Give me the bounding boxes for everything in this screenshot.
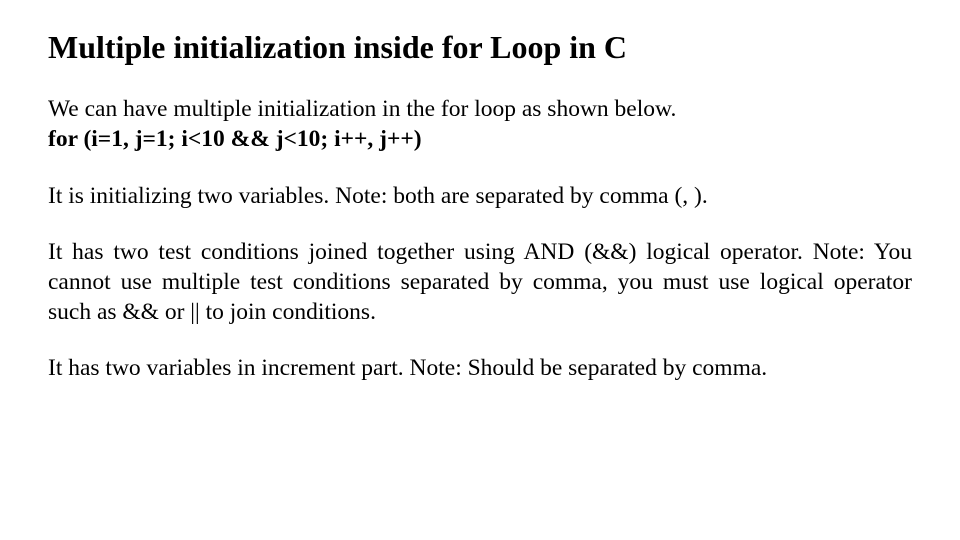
paragraph-conditions: It has two test conditions joined togeth…: [48, 237, 912, 327]
code-example: for (i=1, j=1; i<10 && j<10; i++, j++): [48, 126, 422, 152]
paragraph-init: It is initializing two variables. Note: …: [48, 181, 912, 211]
intro-block: We can have multiple initialization in t…: [48, 94, 912, 154]
intro-text: We can have multiple initialization in t…: [48, 96, 676, 122]
paragraph-increment: It has two variables in increment part. …: [48, 353, 912, 383]
document-page: Multiple initialization inside for Loop …: [0, 0, 960, 437]
page-title: Multiple initialization inside for Loop …: [48, 28, 912, 66]
